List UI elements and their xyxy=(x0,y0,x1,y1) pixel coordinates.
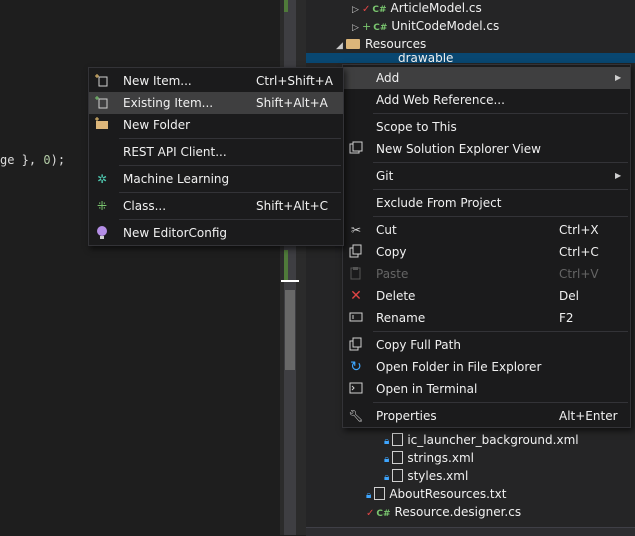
wrench-icon: 🔧︎ xyxy=(348,409,364,423)
editorconfig-icon xyxy=(94,225,110,241)
xml-file-icon xyxy=(392,451,404,464)
scissors-icon: ✂ xyxy=(350,223,362,237)
caret-marker xyxy=(281,280,299,282)
paste-icon xyxy=(348,266,364,282)
xml-file-icon xyxy=(392,469,404,482)
menu-separator xyxy=(373,216,628,217)
checked-out-icon: ✓ xyxy=(366,508,375,519)
checked-out-icon: ✓ xyxy=(362,4,371,15)
tree-item-strings[interactable]: 🔒︎ strings.xml xyxy=(384,449,474,467)
change-marker xyxy=(284,0,288,12)
csharp-file-icon: C# xyxy=(373,23,388,33)
copy-path-icon xyxy=(348,337,364,353)
menu-separator xyxy=(373,402,628,403)
menu-item-cut[interactable]: ✂ Cut Ctrl+X xyxy=(343,219,630,241)
menu-item-existing-item[interactable]: Existing Item... Shift+Alt+A xyxy=(89,92,343,114)
menu-separator xyxy=(373,189,628,190)
machine-learning-icon: ✲ xyxy=(96,172,108,186)
solution-view-icon xyxy=(348,141,364,157)
tree-item-resources[interactable]: ◢ Resources xyxy=(336,35,426,53)
csharp-file-icon: C# xyxy=(372,5,387,15)
tree-item-styles[interactable]: 🔒︎ styles.xml xyxy=(384,467,468,485)
tree-item-article-model[interactable]: ▷ ✓ C# ArticleModel.cs xyxy=(352,0,482,17)
menu-item-new-folder[interactable]: New Folder xyxy=(89,114,343,136)
code-line: ge }, 0); xyxy=(0,153,66,167)
menu-item-git[interactable]: Git ▶ xyxy=(343,165,630,187)
menu-item-open-in-terminal[interactable]: Open in Terminal xyxy=(343,378,630,400)
menu-separator xyxy=(119,192,341,193)
lock-icon: 🔒︎ xyxy=(384,454,390,465)
terminal-icon xyxy=(348,381,364,397)
new-folder-icon xyxy=(94,117,110,133)
rename-icon xyxy=(348,310,364,326)
text-file-icon xyxy=(374,487,386,500)
menu-item-copy[interactable]: Copy Ctrl+C xyxy=(343,241,630,263)
menu-separator xyxy=(119,219,341,220)
new-item-icon xyxy=(94,73,110,89)
xml-file-icon xyxy=(392,433,404,446)
lock-icon: 🔒︎ xyxy=(366,490,372,501)
copy-icon xyxy=(348,244,364,260)
tree-item-resource-designer[interactable]: ✓ C# Resource.designer.cs xyxy=(366,503,521,521)
menu-item-exclude-from-project[interactable]: Exclude From Project xyxy=(343,192,630,214)
menu-separator xyxy=(373,331,628,332)
tree-item-about-resources[interactable]: 🔒︎ AboutResources.txt xyxy=(366,485,506,503)
existing-item-icon xyxy=(94,95,110,111)
tree-item-ic-launcher-background[interactable]: 🔒︎ ic_launcher_background.xml xyxy=(384,431,579,449)
menu-item-properties[interactable]: 🔧︎ Properties Alt+Enter xyxy=(343,405,630,427)
add-submenu: New Item... Ctrl+Shift+A Existing Item..… xyxy=(88,67,344,246)
menu-item-scope-to-this[interactable]: Scope to This xyxy=(343,116,630,138)
folder-icon xyxy=(346,39,360,49)
menu-item-copy-full-path[interactable]: Copy Full Path xyxy=(343,334,630,356)
tree-item-drawable[interactable]: drawable xyxy=(306,53,635,63)
menu-separator xyxy=(119,138,341,139)
delete-x-icon: ✕ xyxy=(350,288,362,304)
menu-item-new-editorconfig[interactable]: New EditorConfig xyxy=(89,222,343,244)
refresh-folder-icon: ↻ xyxy=(350,359,362,375)
added-icon: + xyxy=(362,20,372,33)
class-icon: ⁜ xyxy=(96,199,108,213)
menu-item-open-folder-in-file-explorer[interactable]: ↻ Open Folder in File Explorer xyxy=(343,356,630,378)
tree-item-unit-code-model[interactable]: ▷ + C# UnitCodeModel.cs xyxy=(352,17,499,35)
menu-item-class[interactable]: ⁜ Class... Shift+Alt+C xyxy=(89,195,343,217)
menu-item-add[interactable]: Add ▶ xyxy=(343,67,630,89)
menu-separator xyxy=(119,165,341,166)
context-menu: Add ▶ Add Web Reference... Scope to This… xyxy=(342,64,631,428)
menu-separator xyxy=(373,113,628,114)
submenu-arrow-icon: ▶ xyxy=(615,73,622,82)
menu-item-paste[interactable]: Paste Ctrl+V xyxy=(343,263,630,285)
menu-item-machine-learning[interactable]: ✲ Machine Learning xyxy=(89,168,343,190)
menu-item-rest-api-client[interactable]: REST API Client... xyxy=(89,141,343,163)
menu-item-delete[interactable]: ✕ Delete Del xyxy=(343,285,630,307)
scrollbar-thumb[interactable] xyxy=(285,290,295,370)
menu-item-new-solution-explorer-view[interactable]: New Solution Explorer View xyxy=(343,138,630,160)
menu-separator xyxy=(373,162,628,163)
menu-item-add-web-reference[interactable]: Add Web Reference... xyxy=(343,89,630,111)
menu-item-new-item[interactable]: New Item... Ctrl+Shift+A xyxy=(89,70,343,92)
change-marker xyxy=(284,250,288,280)
menu-item-rename[interactable]: Rename F2 xyxy=(343,307,630,329)
lock-icon: 🔒︎ xyxy=(384,472,390,483)
submenu-arrow-icon: ▶ xyxy=(615,171,622,180)
csharp-file-icon: C# xyxy=(376,509,391,519)
lock-icon: 🔒︎ xyxy=(384,436,390,447)
